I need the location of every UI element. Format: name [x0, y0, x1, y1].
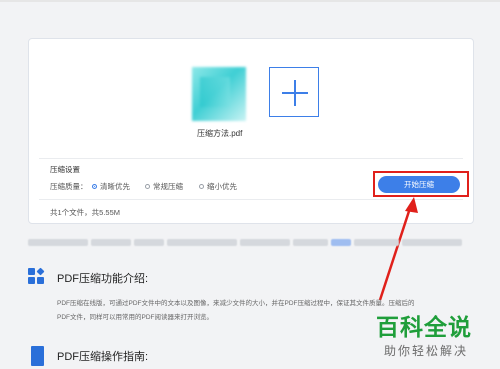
- book-icon: [31, 346, 44, 366]
- watermark-logo-text: 百科全说: [376, 315, 472, 341]
- watermark-subtitle: 助你轻松解决: [384, 344, 469, 358]
- intro-line-2: PDF文件，同样可以用常用的PDF阅读器来打开浏览。: [57, 314, 213, 321]
- intro-line-1: PDF压缩在线版，可通过PDF文件中的文本以及图像，来减少文件的大小，并在PDF…: [57, 300, 415, 307]
- grid-icon: [28, 267, 46, 286]
- blurred-strip: [28, 239, 472, 246]
- intro-title: PDF压缩功能介绍:: [57, 273, 149, 285]
- guide-title: PDF压缩操作指南:: [57, 351, 149, 363]
